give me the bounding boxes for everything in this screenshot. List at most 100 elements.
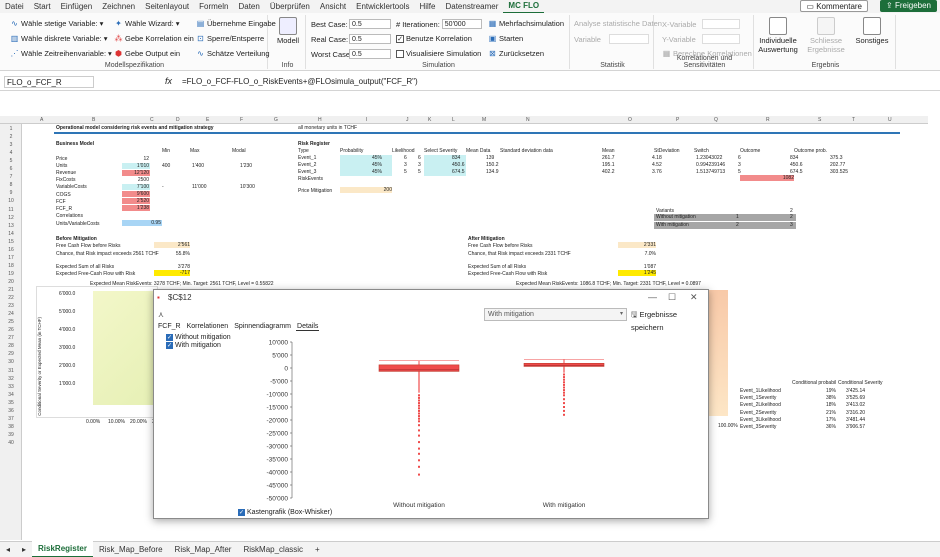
tab-nav-right[interactable]: ▸ xyxy=(16,542,32,557)
row-number[interactable]: 22 xyxy=(2,295,20,301)
menu-formeln[interactable]: Formeln xyxy=(194,0,233,13)
sheet-tab-risk-map-after[interactable]: Risk_Map_After xyxy=(169,542,238,557)
col-b[interactable]: B xyxy=(92,117,95,123)
tab-fcf-r[interactable]: FCF_R xyxy=(157,323,182,331)
bm-value[interactable]: 1'010 xyxy=(122,162,150,169)
col-o[interactable]: O xyxy=(628,117,632,123)
col-q[interactable]: Q xyxy=(714,117,718,123)
close-icon[interactable]: ✕ xyxy=(690,292,698,303)
col-h[interactable]: H xyxy=(318,117,322,123)
row-number[interactable]: 39 xyxy=(2,432,20,438)
menu-daten[interactable]: Daten xyxy=(233,0,264,13)
checkbox-boxplot[interactable]: ✓ xyxy=(238,509,245,516)
col-p[interactable]: P xyxy=(676,117,679,123)
row-number[interactable]: 40 xyxy=(2,440,20,446)
analyze-statistics[interactable]: Analyse statistische Daten xyxy=(574,19,662,28)
tab-korrelationen[interactable]: Korrelationen xyxy=(186,323,230,331)
minimize-icon[interactable]: — xyxy=(648,292,657,302)
exp-fcf-after-value[interactable]: 1'245 xyxy=(618,270,656,276)
row-number[interactable]: 2 xyxy=(2,134,20,140)
col-d[interactable]: D xyxy=(176,117,180,123)
enter-correlation[interactable]: ⁂ Gebe Korrelation ein xyxy=(114,34,194,43)
sheet-tab-risk-map-before[interactable]: Risk_Map_Before xyxy=(93,542,169,557)
share-button[interactable]: ⇪ Freigeben xyxy=(880,0,937,12)
maximize-icon[interactable]: ☐ xyxy=(668,292,676,303)
bm-value[interactable]: 2'520 xyxy=(122,198,150,205)
bm-value[interactable]: 1'238 xyxy=(122,205,150,212)
col-s[interactable]: S xyxy=(818,117,821,123)
menu-entwicklertools[interactable]: Entwicklertools xyxy=(351,0,414,13)
exp-fcf-value[interactable]: -717 xyxy=(154,270,190,276)
col-a[interactable]: A xyxy=(40,117,43,123)
box-iqr[interactable] xyxy=(523,363,605,367)
col-r[interactable]: R xyxy=(766,117,770,123)
units-var-value[interactable]: 0.95 xyxy=(122,220,162,226)
row-number[interactable]: 5 xyxy=(2,158,20,164)
rr-cell[interactable]: 45% xyxy=(372,155,382,161)
box-whisker-chart[interactable]: 10'000 5'000 0 -5'000 -10'000 -15'000 -20'000 -… xyxy=(234,334,704,509)
variant-dropdown[interactable]: With mitigation xyxy=(484,308,627,321)
row-number[interactable]: 4 xyxy=(2,150,20,156)
row-number[interactable]: 37 xyxy=(2,416,20,422)
result-dialog[interactable]: ▪ $C$12 — ☐ ✕ ⋏ With mitigation ▾ 🖫 Ergeb… xyxy=(153,289,709,519)
box-iqr[interactable] xyxy=(378,364,460,372)
bm-value[interactable]: 2500 xyxy=(122,177,150,183)
check-boxplot[interactable]: ✓ Kastengrafik (Box-Whisker) xyxy=(238,509,332,516)
price-mitigation-value[interactable]: 200 xyxy=(340,187,392,193)
row-number[interactable]: 35 xyxy=(2,400,20,406)
left-risk-map[interactable]: 6'000.0 5'000.0 4'000.0 3'000.0 2'000.0 1'000… xyxy=(36,286,158,418)
row-number[interactable]: 1 xyxy=(2,126,20,132)
row-number[interactable]: 29 xyxy=(2,351,20,357)
row-number[interactable]: 28 xyxy=(2,343,20,349)
chevron-down-icon[interactable]: ▾ xyxy=(620,310,623,317)
choose-timeseries-variable[interactable]: ⋰ Wähle Zeitreihenvariable: ▾ xyxy=(10,49,112,58)
row-number[interactable]: 8 xyxy=(2,182,20,188)
choose-wizard[interactable]: ✦ Wähle Wizard: ▾ xyxy=(114,19,179,28)
row-number[interactable]: 31 xyxy=(2,368,20,374)
menu-datenstreamer[interactable]: Datenstreamer xyxy=(440,0,503,13)
best-case-input[interactable]: 0.5 xyxy=(349,19,391,29)
choose-discrete-variable[interactable]: ▥ Wähle diskrete Variable: ▾ xyxy=(10,34,108,43)
row-number[interactable]: 17 xyxy=(2,255,20,261)
real-case-input[interactable]: 0.5 xyxy=(349,34,391,44)
row-number[interactable]: 7 xyxy=(2,174,20,180)
col-i[interactable]: I xyxy=(366,117,367,123)
fcf-before-value[interactable]: 2'561 xyxy=(154,242,190,248)
row-number[interactable]: 34 xyxy=(2,392,20,398)
tab-nav-left[interactable]: ◂ xyxy=(0,542,16,557)
rr-cell[interactable]: 5 xyxy=(418,169,421,175)
row-number[interactable]: 32 xyxy=(2,376,20,382)
col-t[interactable]: T xyxy=(852,117,855,123)
close-results-button[interactable]: Schliesse Ergebnisse xyxy=(806,17,846,54)
row-number[interactable]: 19 xyxy=(2,271,20,277)
col-l[interactable]: L xyxy=(452,117,455,123)
menu-zeichnen[interactable]: Zeichnen xyxy=(97,0,140,13)
row-number[interactable]: 10 xyxy=(2,198,20,204)
model-button[interactable]: Modell xyxy=(277,17,299,45)
add-sheet-button[interactable]: + xyxy=(309,542,326,557)
use-correlation[interactable]: ✓ Benutze Korrelation xyxy=(396,34,472,43)
fcf-after-value[interactable]: 2'331 xyxy=(618,242,656,248)
col-m[interactable]: M xyxy=(482,117,486,123)
bm-value[interactable]: 12'120 xyxy=(122,169,150,176)
row-number[interactable]: 36 xyxy=(2,408,20,414)
bm-value[interactable]: 12 xyxy=(122,156,150,162)
estimate-distribution[interactable]: ∿ Schätze Verteilung xyxy=(196,49,269,58)
row-number[interactable]: 16 xyxy=(2,247,20,253)
x-variable-select[interactable]: X-Variable xyxy=(662,19,741,29)
row-number[interactable]: 12 xyxy=(2,215,20,221)
rr-cell[interactable]: 5 xyxy=(404,169,407,175)
row-number[interactable]: 18 xyxy=(2,263,20,269)
name-box[interactable]: FLO_o_FCF_R xyxy=(4,76,94,88)
menu-seitenlayout[interactable]: Seitenlayout xyxy=(140,0,194,13)
individual-evaluation-button[interactable]: Individuelle Auswertung xyxy=(758,17,798,54)
menu-hilfe[interactable]: Hilfe xyxy=(414,0,440,13)
reset-button[interactable]: ⊠ Zurücksetzen xyxy=(488,49,544,58)
rr-cell[interactable]: 3 xyxy=(404,162,407,168)
visualize-checkbox[interactable] xyxy=(396,49,404,58)
col-n[interactable]: N xyxy=(526,117,530,123)
col-c[interactable]: C xyxy=(150,117,154,123)
checkbox-with[interactable]: ✓ xyxy=(166,342,173,349)
with-mitigation-row[interactable]: With mitigation 2 3 xyxy=(654,222,796,229)
col-f[interactable]: F xyxy=(240,117,243,123)
